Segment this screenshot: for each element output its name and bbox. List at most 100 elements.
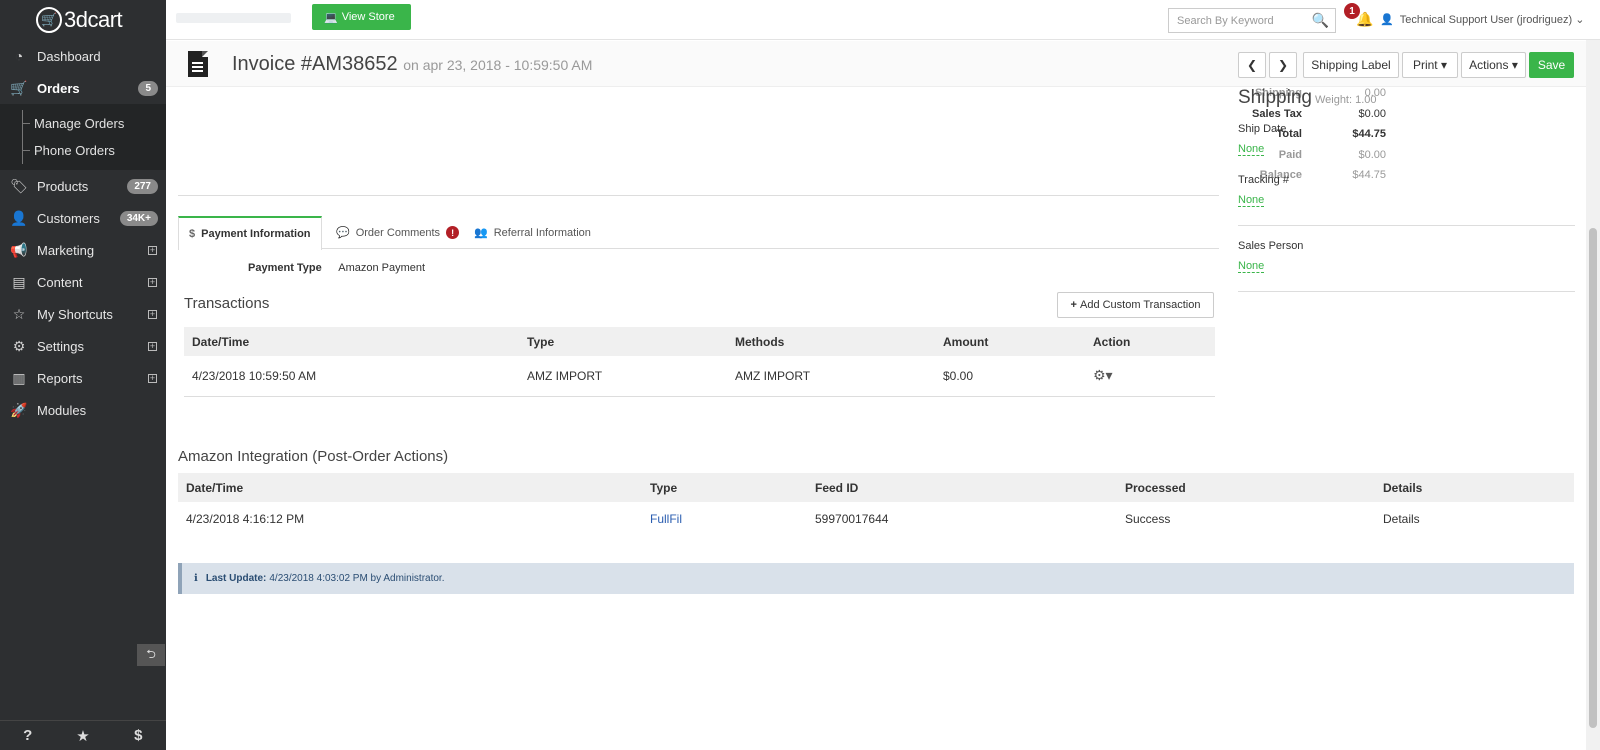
amazon-integration-title: Amazon Integration (Post-Order Actions) bbox=[178, 448, 449, 465]
sidebar-item-label: My Shortcuts bbox=[37, 306, 113, 322]
search-input[interactable]: Search By Keyword 🔍 bbox=[1168, 8, 1336, 33]
caret-down-icon: ▾ bbox=[1511, 58, 1518, 72]
products-badge: 277 bbox=[127, 178, 158, 194]
table-cell: AMZ IMPORT bbox=[727, 356, 935, 397]
user-name: Technical Support User (jrodriguez) bbox=[1399, 14, 1573, 26]
payment-type-label: Payment Type bbox=[248, 262, 322, 274]
tab-label: Order Comments bbox=[355, 226, 441, 239]
table-row: 4/23/2018 10:59:50 AM AMZ IMPORT AMZ IMP… bbox=[184, 356, 1215, 397]
ship-date-value[interactable]: None bbox=[1238, 143, 1265, 156]
column-header: Methods bbox=[727, 327, 935, 356]
tags-icon: 🏷 bbox=[10, 177, 28, 194]
sales-person-value[interactable]: None bbox=[1238, 260, 1265, 273]
sidebar-item-label: Modules bbox=[37, 402, 87, 418]
gear-icon[interactable]: ⚙▾ bbox=[1093, 367, 1113, 383]
gears-icon: ⚙ bbox=[12, 337, 26, 354]
star-icon: ☆ bbox=[12, 305, 26, 322]
chevron-left-icon: ❮ bbox=[1246, 58, 1258, 72]
next-order-button[interactable]: ❯ bbox=[1269, 52, 1297, 78]
add-transaction-label: Add Custom Transaction bbox=[1079, 299, 1201, 311]
view-store-button[interactable]: 💻 View Store bbox=[312, 4, 411, 30]
bullhorn-icon: 📢 bbox=[10, 241, 28, 258]
logo[interactable]: 🛒 3dcart bbox=[0, 0, 166, 40]
column-header: Amount bbox=[935, 327, 1085, 356]
expand-icon[interactable]: + bbox=[148, 309, 157, 319]
actions-button[interactable]: Actions ▾ bbox=[1461, 52, 1526, 78]
scrollbar-thumb[interactable] bbox=[1589, 228, 1597, 728]
view-store-label: View Store bbox=[341, 11, 395, 23]
previous-order-button[interactable]: ❮ bbox=[1238, 52, 1266, 78]
tab-payment-information[interactable]: $ Payment Information bbox=[178, 216, 322, 250]
details-link[interactable]: Details bbox=[1375, 502, 1574, 536]
chevron-down-icon: ⌄ bbox=[1575, 14, 1585, 26]
collapse-sidebar-icon[interactable]: ⮌ bbox=[137, 644, 165, 666]
sidebar-item-orders[interactable]: 🛒 Orders 5 bbox=[0, 72, 166, 104]
help-icon[interactable]: ? bbox=[0, 721, 55, 750]
table-cell: 4/23/2018 10:59:50 AM bbox=[184, 356, 519, 397]
orders-submenu: Manage Orders Phone Orders bbox=[0, 104, 166, 170]
rocket-icon: 🚀 bbox=[10, 401, 28, 418]
sidebar-item-label: Marketing bbox=[37, 242, 95, 258]
print-button[interactable]: Print ▾ bbox=[1402, 52, 1458, 78]
tab-order-comments[interactable]: 💬 Order Comments ! bbox=[326, 216, 469, 249]
shipping-label-button[interactable]: Shipping Label bbox=[1303, 52, 1399, 78]
sidebar-item-content[interactable]: ▤ Content + bbox=[0, 266, 166, 298]
user-menu[interactable]: 👤 Technical Support User (jrodriguez) ⌄ bbox=[1380, 13, 1584, 26]
bell-icon[interactable]: 🔔 bbox=[1356, 11, 1373, 28]
search-icon[interactable]: 🔍 bbox=[1312, 12, 1329, 29]
expand-icon[interactable]: + bbox=[148, 373, 157, 383]
expand-icon[interactable]: + bbox=[148, 245, 157, 255]
user-icon: 👤 bbox=[1380, 14, 1394, 26]
sidebar: 🛒 3dcart ◔ Dashboard 🛒 Orders 5 Manage O… bbox=[0, 0, 166, 750]
plus-icon: + bbox=[1070, 299, 1077, 311]
scrollbar[interactable] bbox=[1586, 40, 1600, 750]
ship-date-label: Ship Date bbox=[1238, 123, 1287, 135]
divider bbox=[1238, 225, 1575, 226]
caret-down-icon: ▾ bbox=[1441, 58, 1448, 72]
last-update-label: Last Update: bbox=[205, 573, 267, 584]
sidebar-item-marketing[interactable]: 📢 Marketing + bbox=[0, 234, 166, 266]
sidebar-item-customers[interactable]: 👤 Customers 34K+ bbox=[0, 202, 166, 234]
expand-icon[interactable]: + bbox=[148, 341, 157, 351]
billing-icon[interactable]: $ bbox=[111, 721, 166, 750]
cart-logo-icon: 🛒 bbox=[36, 7, 62, 33]
sidebar-item-my-shortcuts[interactable]: ☆ My Shortcuts + bbox=[0, 298, 166, 330]
payment-type: Payment Type Amazon Payment bbox=[248, 262, 425, 274]
sidebar-item-label: Reports bbox=[37, 370, 83, 386]
sidebar-item-dashboard[interactable]: ◔ Dashboard bbox=[0, 40, 166, 72]
sidebar-item-modules[interactable]: 🚀 Modules bbox=[0, 394, 166, 426]
sidebar-item-settings[interactable]: ⚙ Settings + bbox=[0, 330, 166, 362]
sidebar-item-manage-orders[interactable]: Manage Orders bbox=[0, 110, 166, 137]
column-header: Details bbox=[1375, 473, 1574, 502]
invoice-header: Invoice #AM38652 on apr 23, 2018 - 10:59… bbox=[166, 41, 1600, 87]
tracking-label: Tracking # bbox=[1238, 174, 1289, 186]
alert-icon: ! bbox=[446, 226, 460, 239]
table-cell: 59970017644 bbox=[815, 512, 889, 526]
column-header: Date/Time bbox=[178, 473, 642, 502]
tab-referral-information[interactable]: 👥 Referral Information bbox=[464, 216, 601, 249]
add-custom-transaction-button[interactable]: + Add Custom Transaction bbox=[1057, 292, 1214, 318]
table-cell: 4/23/2018 4:16:12 PM bbox=[186, 512, 305, 526]
feed-type-link[interactable]: FullFil bbox=[642, 502, 807, 536]
table-cell: ⚙▾ bbox=[1085, 356, 1215, 397]
users-icon: 👥 bbox=[474, 227, 488, 239]
sidebar-item-reports[interactable]: ▥ Reports + bbox=[0, 362, 166, 394]
print-label: Print bbox=[1412, 58, 1438, 72]
table-cell: AMZ IMPORT bbox=[519, 356, 727, 397]
tab-label: Payment Information bbox=[201, 228, 311, 240]
page-title: Invoice #AM38652 on apr 23, 2018 - 10:59… bbox=[232, 53, 592, 76]
user-icon: 👤 bbox=[10, 209, 28, 226]
expand-icon[interactable]: + bbox=[148, 277, 157, 287]
orders-badge: 5 bbox=[138, 80, 158, 96]
save-button[interactable]: Save bbox=[1529, 52, 1574, 78]
favorites-icon[interactable]: ★ bbox=[55, 721, 110, 750]
dashboard-icon: ◔ bbox=[14, 48, 24, 64]
column-header: Processed bbox=[1117, 473, 1375, 502]
sidebar-item-label: Orders bbox=[37, 80, 80, 96]
sidebar-item-phone-orders[interactable]: Phone Orders bbox=[0, 137, 166, 164]
invoice-date: on apr 23, 2018 - 10:59:50 AM bbox=[403, 57, 593, 73]
sidebar-item-products[interactable]: 🏷 Products 277 bbox=[0, 170, 166, 202]
tracking-value[interactable]: None bbox=[1238, 194, 1265, 207]
table-header-row: Date/Time Type Feed ID Processed Details bbox=[178, 473, 1574, 502]
file-icon: ▤ bbox=[12, 273, 26, 290]
